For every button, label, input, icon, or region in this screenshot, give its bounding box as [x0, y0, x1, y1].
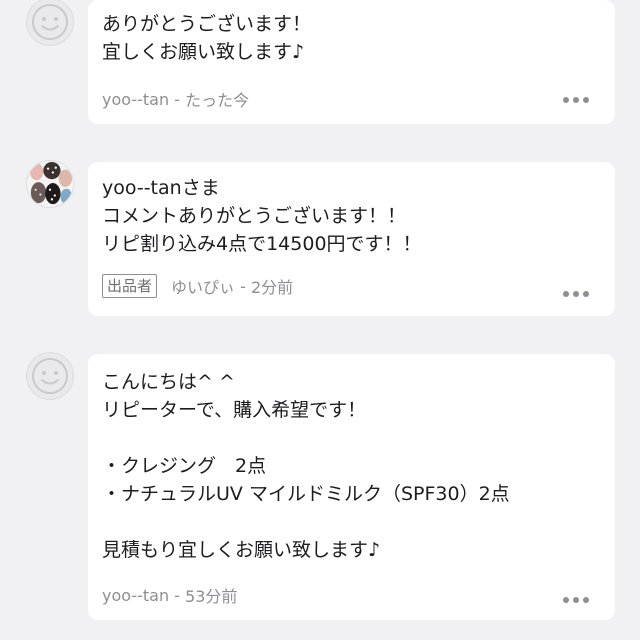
meta-separator: -: [235, 276, 251, 296]
comment-author[interactable]: ゆいぴぃ: [171, 274, 235, 298]
comment-author[interactable]: yoo--tan: [102, 586, 169, 605]
comment-time: 53分前: [185, 587, 238, 606]
comment-meta: 出品者 ゆいぴぃ - 2分前: [102, 274, 293, 298]
seller-photo-icon: [27, 161, 73, 207]
comment-card: こんにちは^ ^ リピーターで、購入希望です！ ・クレジング 2点 ・ナチュラル…: [88, 354, 615, 620]
more-options-icon[interactable]: [563, 97, 589, 103]
comment-card: yoo--tanさま コメントありがとうございます！！ リピ割り込み4点で145…: [88, 162, 615, 316]
comment-time: 2分前: [250, 278, 294, 297]
more-options-icon[interactable]: [563, 291, 589, 297]
avatar[interactable]: [26, 160, 74, 208]
comment-meta: yoo--tan - たった今: [102, 87, 249, 111]
comment-text: こんにちは^ ^ リピーターで、購入希望です！ ・クレジング 2点 ・ナチュラル…: [102, 371, 510, 561]
more-options-icon[interactable]: [563, 597, 589, 603]
default-face-icon: [32, 4, 68, 40]
meta-separator: -: [169, 89, 186, 109]
default-face-icon: [32, 358, 68, 394]
comment-card: ありがとうございます！ 宜しくお願い致します♪ yoo--tan - たった今: [88, 0, 615, 124]
avatar[interactable]: [26, 0, 74, 46]
comment-meta: yoo--tan - 53分前: [102, 583, 237, 607]
meta-separator: -: [169, 585, 186, 605]
comment-time: たった今: [185, 91, 250, 110]
seller-badge: 出品者: [102, 274, 158, 298]
comment-text: ありがとうございます！ 宜しくお願い致します♪: [102, 13, 312, 63]
comment-author[interactable]: yoo--tan: [102, 90, 169, 109]
comment-text: yoo--tanさま コメントありがとうございます！！ リピ割り込み4点で145…: [102, 177, 422, 255]
avatar[interactable]: [26, 352, 74, 400]
